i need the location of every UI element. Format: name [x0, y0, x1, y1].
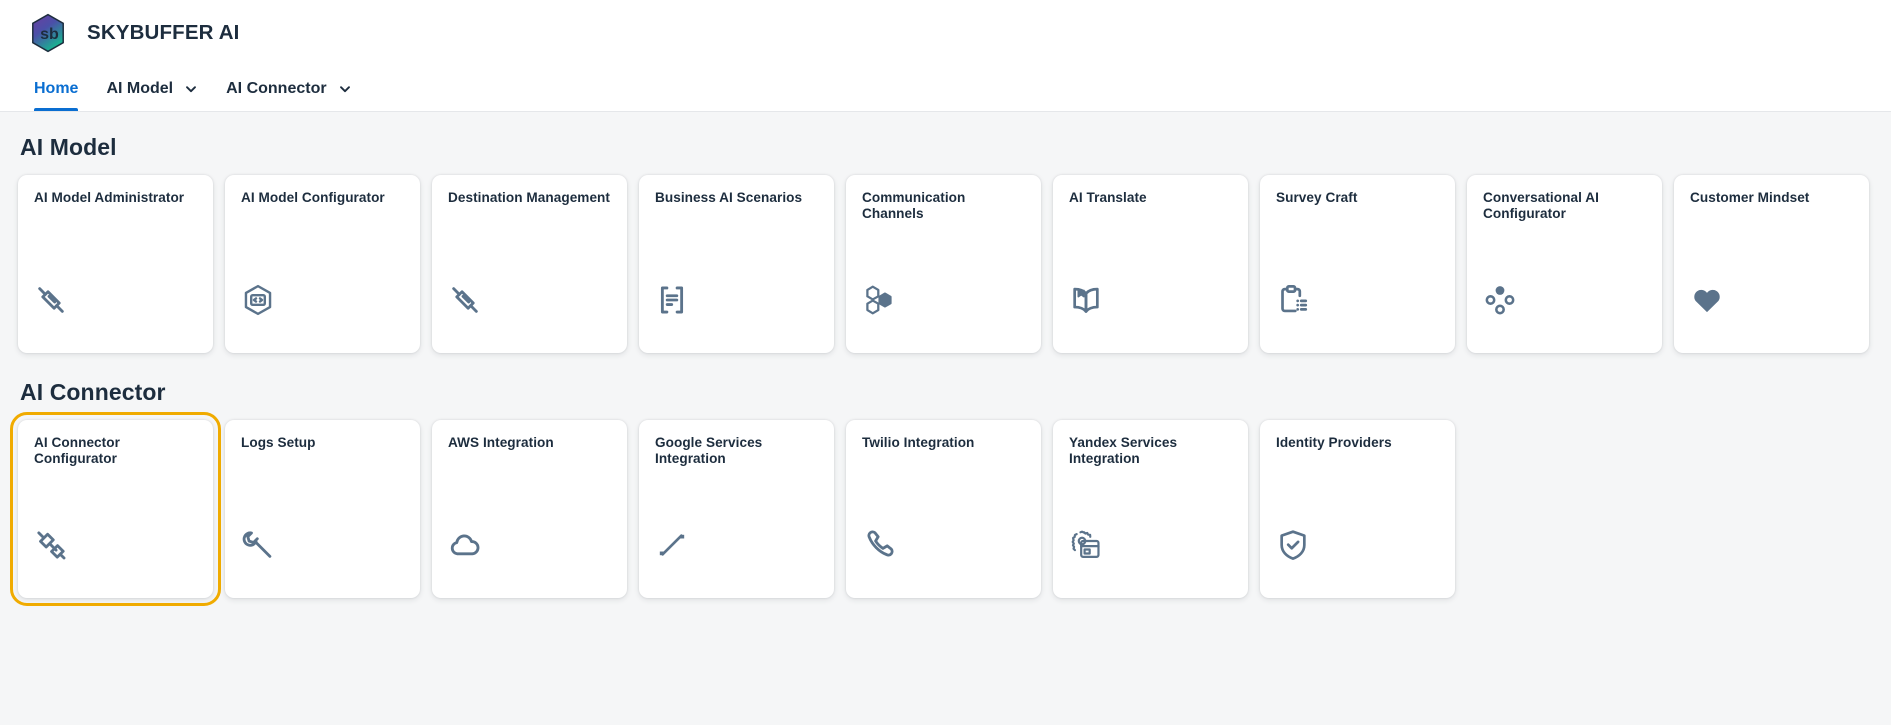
main-navigation: Home AI Model AI Connector: [0, 66, 1891, 112]
card-title: AWS Integration: [448, 435, 554, 450]
plug-disconnected-icon: [34, 528, 68, 562]
chevron-down-icon: [338, 82, 352, 96]
section-title: AI Model: [20, 134, 117, 160]
card-title: Destination Management: [448, 190, 610, 205]
nav-item-label: Home: [34, 79, 79, 97]
cloud-icon: [448, 528, 482, 562]
card-title: Logs Setup: [241, 435, 316, 450]
heart-icon: [1690, 283, 1724, 317]
card-ai-model-administrator[interactable]: AI Model Administrator: [18, 175, 213, 353]
card-ai-translate[interactable]: AI Translate: [1053, 175, 1248, 353]
card-ai-connector-configurator[interactable]: AI Connector Configurator: [10, 412, 221, 606]
nav-item-ai-model[interactable]: AI Model: [92, 66, 212, 111]
shield-check-icon: [1276, 528, 1310, 562]
chevron-down-icon: [184, 82, 198, 96]
clipboard-list-icon: [1276, 283, 1310, 317]
card-customer-mindset[interactable]: Customer Mindset: [1674, 175, 1869, 353]
four-dots-icon: [1483, 283, 1517, 317]
phone-icon: [862, 528, 896, 562]
card-aws-integration[interactable]: AWS Integration: [432, 420, 627, 598]
hexagon-code-icon: [241, 283, 275, 317]
card-title: AI Connector Configurator: [34, 435, 120, 466]
nav-item-label: AI Model: [106, 79, 174, 97]
nav-item-ai-connector[interactable]: AI Connector: [212, 66, 365, 111]
card-survey-craft[interactable]: Survey Craft: [1260, 175, 1455, 353]
card-identity-providers[interactable]: Identity Providers: [1260, 420, 1455, 598]
card-google-services-integration[interactable]: Google Services Integration: [639, 420, 834, 598]
skybuffer-hexagon-logo[interactable]: sb: [27, 12, 69, 54]
card-title: Yandex Services Integration: [1069, 435, 1178, 466]
card-title: Conversational AI Configurator: [1483, 190, 1599, 221]
card-title: Customer Mindset: [1690, 190, 1810, 205]
nav-item-home[interactable]: Home: [20, 66, 92, 111]
card-title: Business AI Scenarios: [655, 190, 803, 205]
card-title: AI Model Administrator: [34, 190, 185, 205]
card-conversational-ai-configurator[interactable]: Conversational AI Configurator: [1467, 175, 1662, 353]
card-ai-model-configurator[interactable]: AI Model Configurator: [225, 175, 420, 353]
card-title: Twilio Integration: [862, 435, 975, 450]
section-ai-connector: AI Connector AI Connector Configurator L…: [0, 353, 1891, 606]
app-title: SKYBUFFER AI: [87, 21, 240, 44]
plug-disconnected-icon: [34, 283, 68, 317]
card-destination-management[interactable]: Destination Management: [432, 175, 627, 353]
logo-text: sb: [40, 26, 59, 43]
card-title: AI Model Configurator: [241, 190, 385, 205]
card-logs-setup[interactable]: Logs Setup: [225, 420, 420, 598]
card-yandex-services-integration[interactable]: Yandex Services Integration: [1053, 420, 1248, 598]
card-title: AI Translate: [1069, 190, 1147, 205]
bracketed-list-icon: [655, 283, 689, 317]
card-communication-channels[interactable]: Communication Channels: [846, 175, 1041, 353]
hexagon-cluster-icon: [862, 283, 896, 317]
nav-item-label: AI Connector: [226, 79, 327, 97]
card-row-ai-connector: AI Connector Configurator Logs Setup AWS…: [0, 412, 1891, 606]
card-title: Google Services Integration: [655, 435, 763, 466]
shell-header: sb SKYBUFFER AI: [0, 0, 1891, 66]
page-content: AI Model AI Model Administrator AI Model…: [0, 112, 1891, 725]
card-title: Survey Craft: [1276, 190, 1358, 205]
card-row-ai-model: AI Model Administrator AI Model Configur…: [0, 175, 1891, 353]
trend-line-icon: [655, 528, 689, 562]
gear-window-icon: [1069, 528, 1103, 562]
section-title: AI Connector: [20, 379, 166, 405]
wrench-icon: [241, 528, 275, 562]
section-ai-model: AI Model AI Model Administrator AI Model…: [0, 112, 1891, 353]
plug-disconnected-icon: [448, 283, 482, 317]
card-title: Communication Channels: [862, 190, 966, 221]
card-title: Identity Providers: [1276, 435, 1392, 450]
card-twilio-integration[interactable]: Twilio Integration: [846, 420, 1041, 598]
open-book-icon: [1069, 283, 1103, 317]
card-business-ai-scenarios[interactable]: Business AI Scenarios: [639, 175, 834, 353]
